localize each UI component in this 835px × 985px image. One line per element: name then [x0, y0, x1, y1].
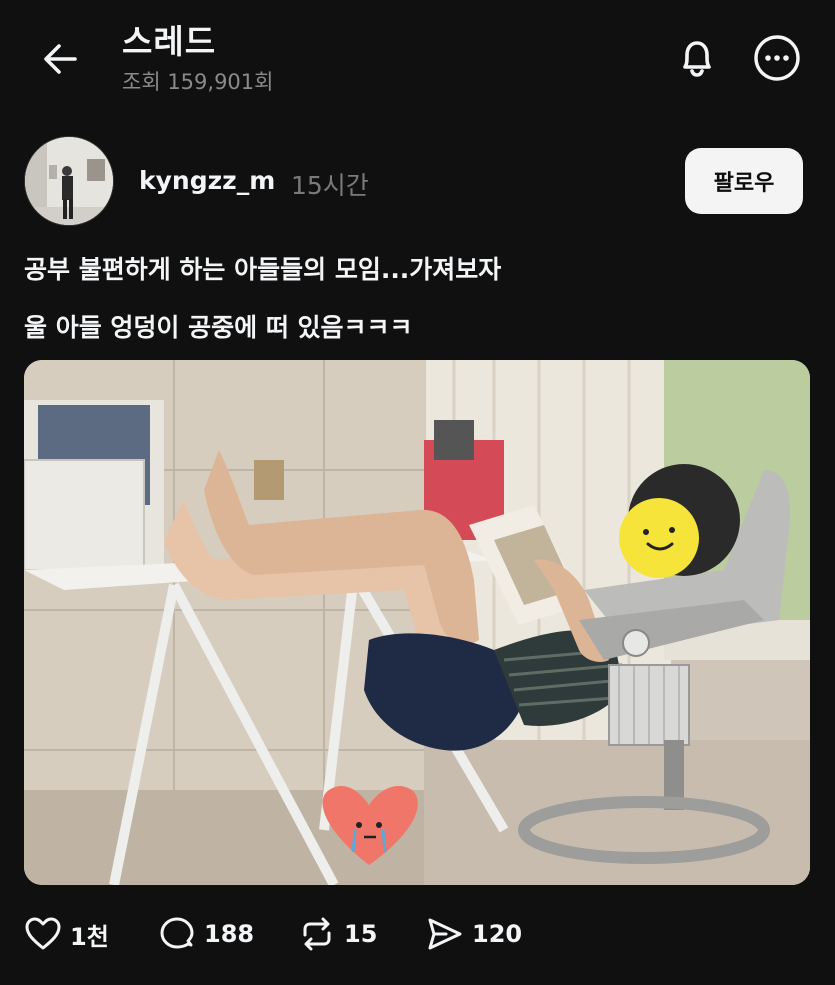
bell-icon — [683, 41, 711, 77]
post-image[interactable] — [24, 360, 810, 885]
share-count: 120 — [472, 920, 523, 948]
username[interactable]: kyngzz_m — [139, 166, 275, 195]
avatar[interactable] — [24, 136, 114, 226]
post-header: kyngzz_m 15시간 팔로우 — [24, 136, 814, 226]
top-bar: 스레드 조회 159,901회 — [0, 0, 835, 110]
arrow-left-icon — [44, 44, 77, 74]
post-text-line-1: 공부 불편하게 하는 아들들의 모임...가져보자 — [24, 255, 502, 284]
like-count: 1천 — [70, 922, 109, 951]
share-button[interactable]: 120 — [426, 912, 522, 956]
more-options-button[interactable] — [753, 34, 801, 82]
photo-illustration — [24, 360, 810, 885]
repost-button[interactable]: 15 — [298, 912, 377, 956]
follow-button[interactable]: 팔로우 — [685, 148, 803, 214]
repost-icon — [303, 917, 331, 951]
action-bar: 1천 188 15 120 — [24, 912, 724, 956]
notification-button[interactable] — [674, 34, 720, 80]
comment-button[interactable]: 188 — [158, 912, 254, 956]
send-icon — [428, 918, 462, 950]
like-button[interactable]: 1천 — [24, 912, 109, 956]
title-block: 스레드 조회 159,901회 — [122, 20, 273, 96]
avatar-photo — [25, 137, 113, 225]
post-time: 15시간 — [291, 171, 369, 200]
more-icon — [754, 35, 800, 81]
page-title: 스레드 — [122, 22, 217, 61]
repost-count: 15 — [344, 920, 378, 948]
comment-count: 188 — [204, 920, 255, 948]
heart-icon — [25, 917, 61, 950]
view-count: 조회 159,901회 — [122, 70, 274, 94]
back-button[interactable] — [38, 36, 84, 82]
post-text-line-2: 울 아들 엉덩이 공중에 떠 있음ㅋㅋㅋ — [24, 313, 413, 342]
comment-icon — [160, 917, 194, 949]
